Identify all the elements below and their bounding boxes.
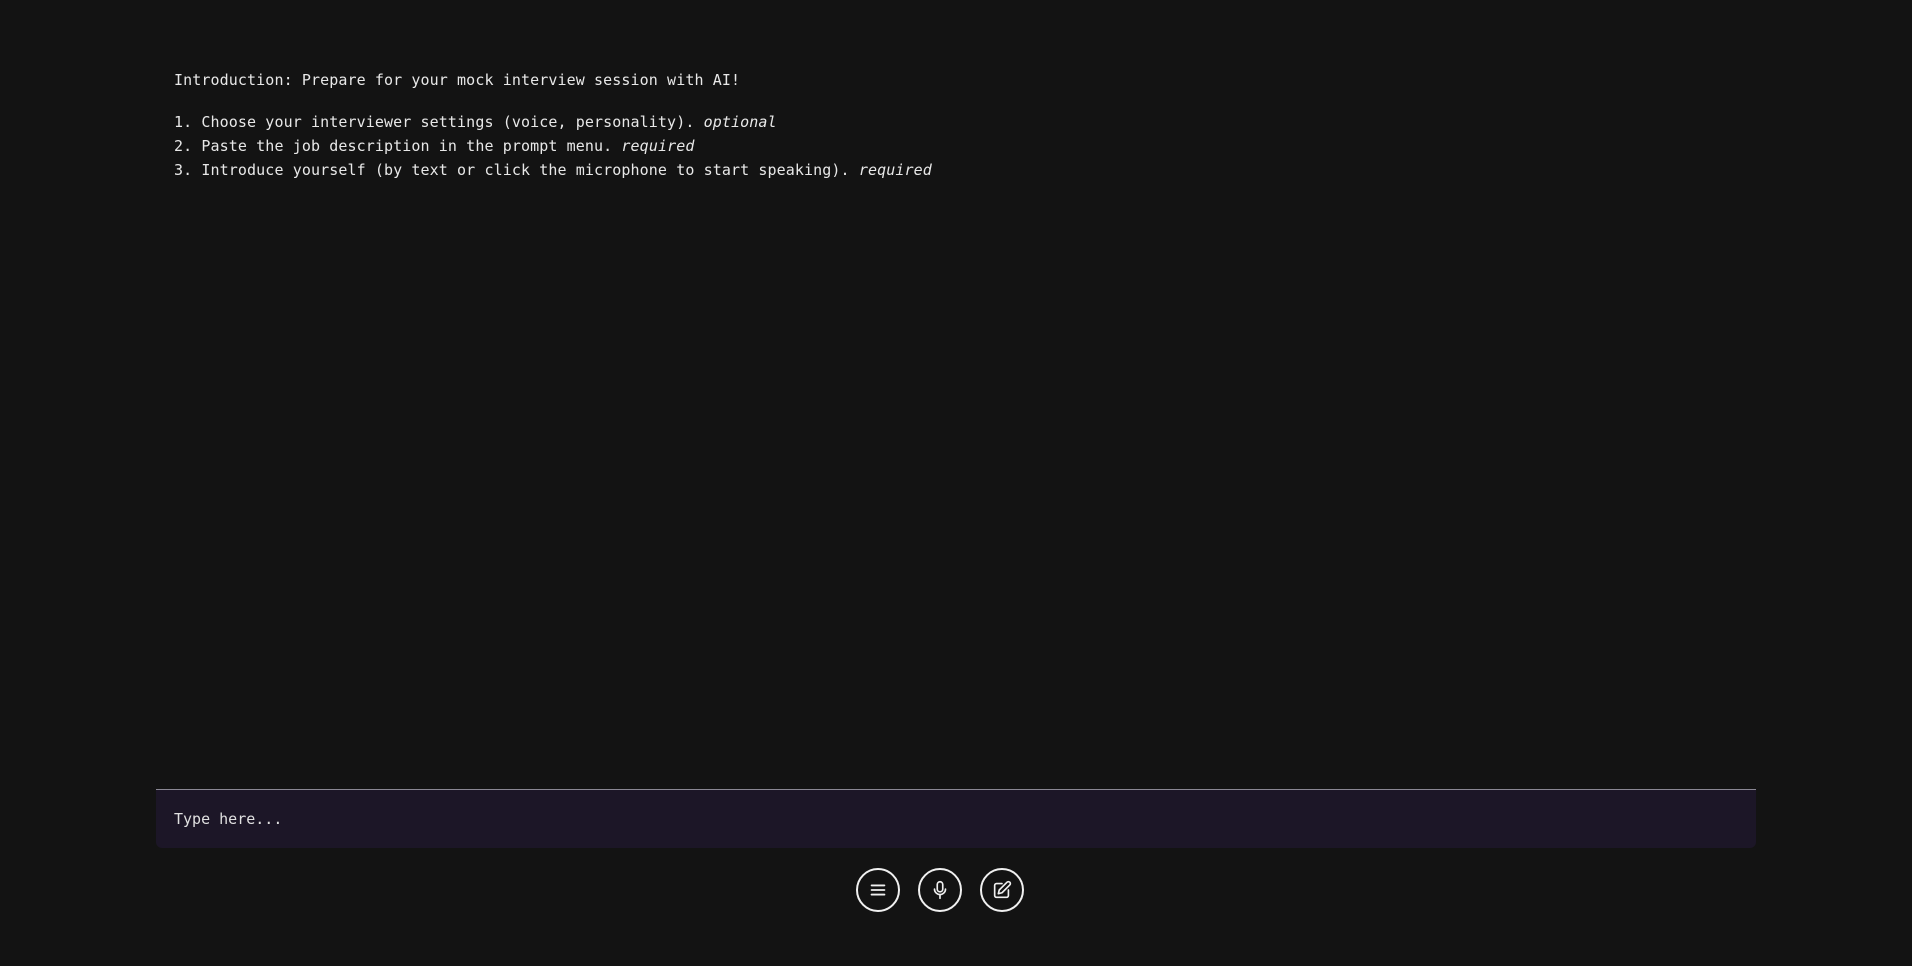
microphone-button[interactable] [918,868,962,912]
intro-title: Introduction: Prepare for your mock inte… [174,71,741,89]
step-tag: required [858,161,932,179]
microphone-icon [933,880,947,900]
menu-icon [870,884,886,896]
edit-button[interactable] [980,868,1024,912]
step-item-3: 3. Introduce yourself (by text or click … [174,158,932,182]
steps-list: 1. Choose your interviewer settings (voi… [174,110,932,182]
step-tag: optional [703,113,777,131]
menu-button[interactable] [856,868,900,912]
step-item-1: 1. Choose your interviewer settings (voi… [174,110,932,134]
message-input-bar [156,789,1756,848]
step-text: 1. Choose your interviewer settings (voi… [174,113,704,131]
step-tag: required [621,137,695,155]
app-window: Introduction: Prepare for your mock inte… [0,0,1912,966]
controls-bar [856,868,1024,912]
intro-panel: Introduction: Prepare for your mock inte… [174,68,932,182]
message-input[interactable] [156,790,1756,848]
step-text: 2. Paste the job description in the prom… [174,137,622,155]
step-text: 3. Introduce yourself (by text or click … [174,161,859,179]
step-item-2: 2. Paste the job description in the prom… [174,134,932,158]
edit-icon [993,880,1012,899]
